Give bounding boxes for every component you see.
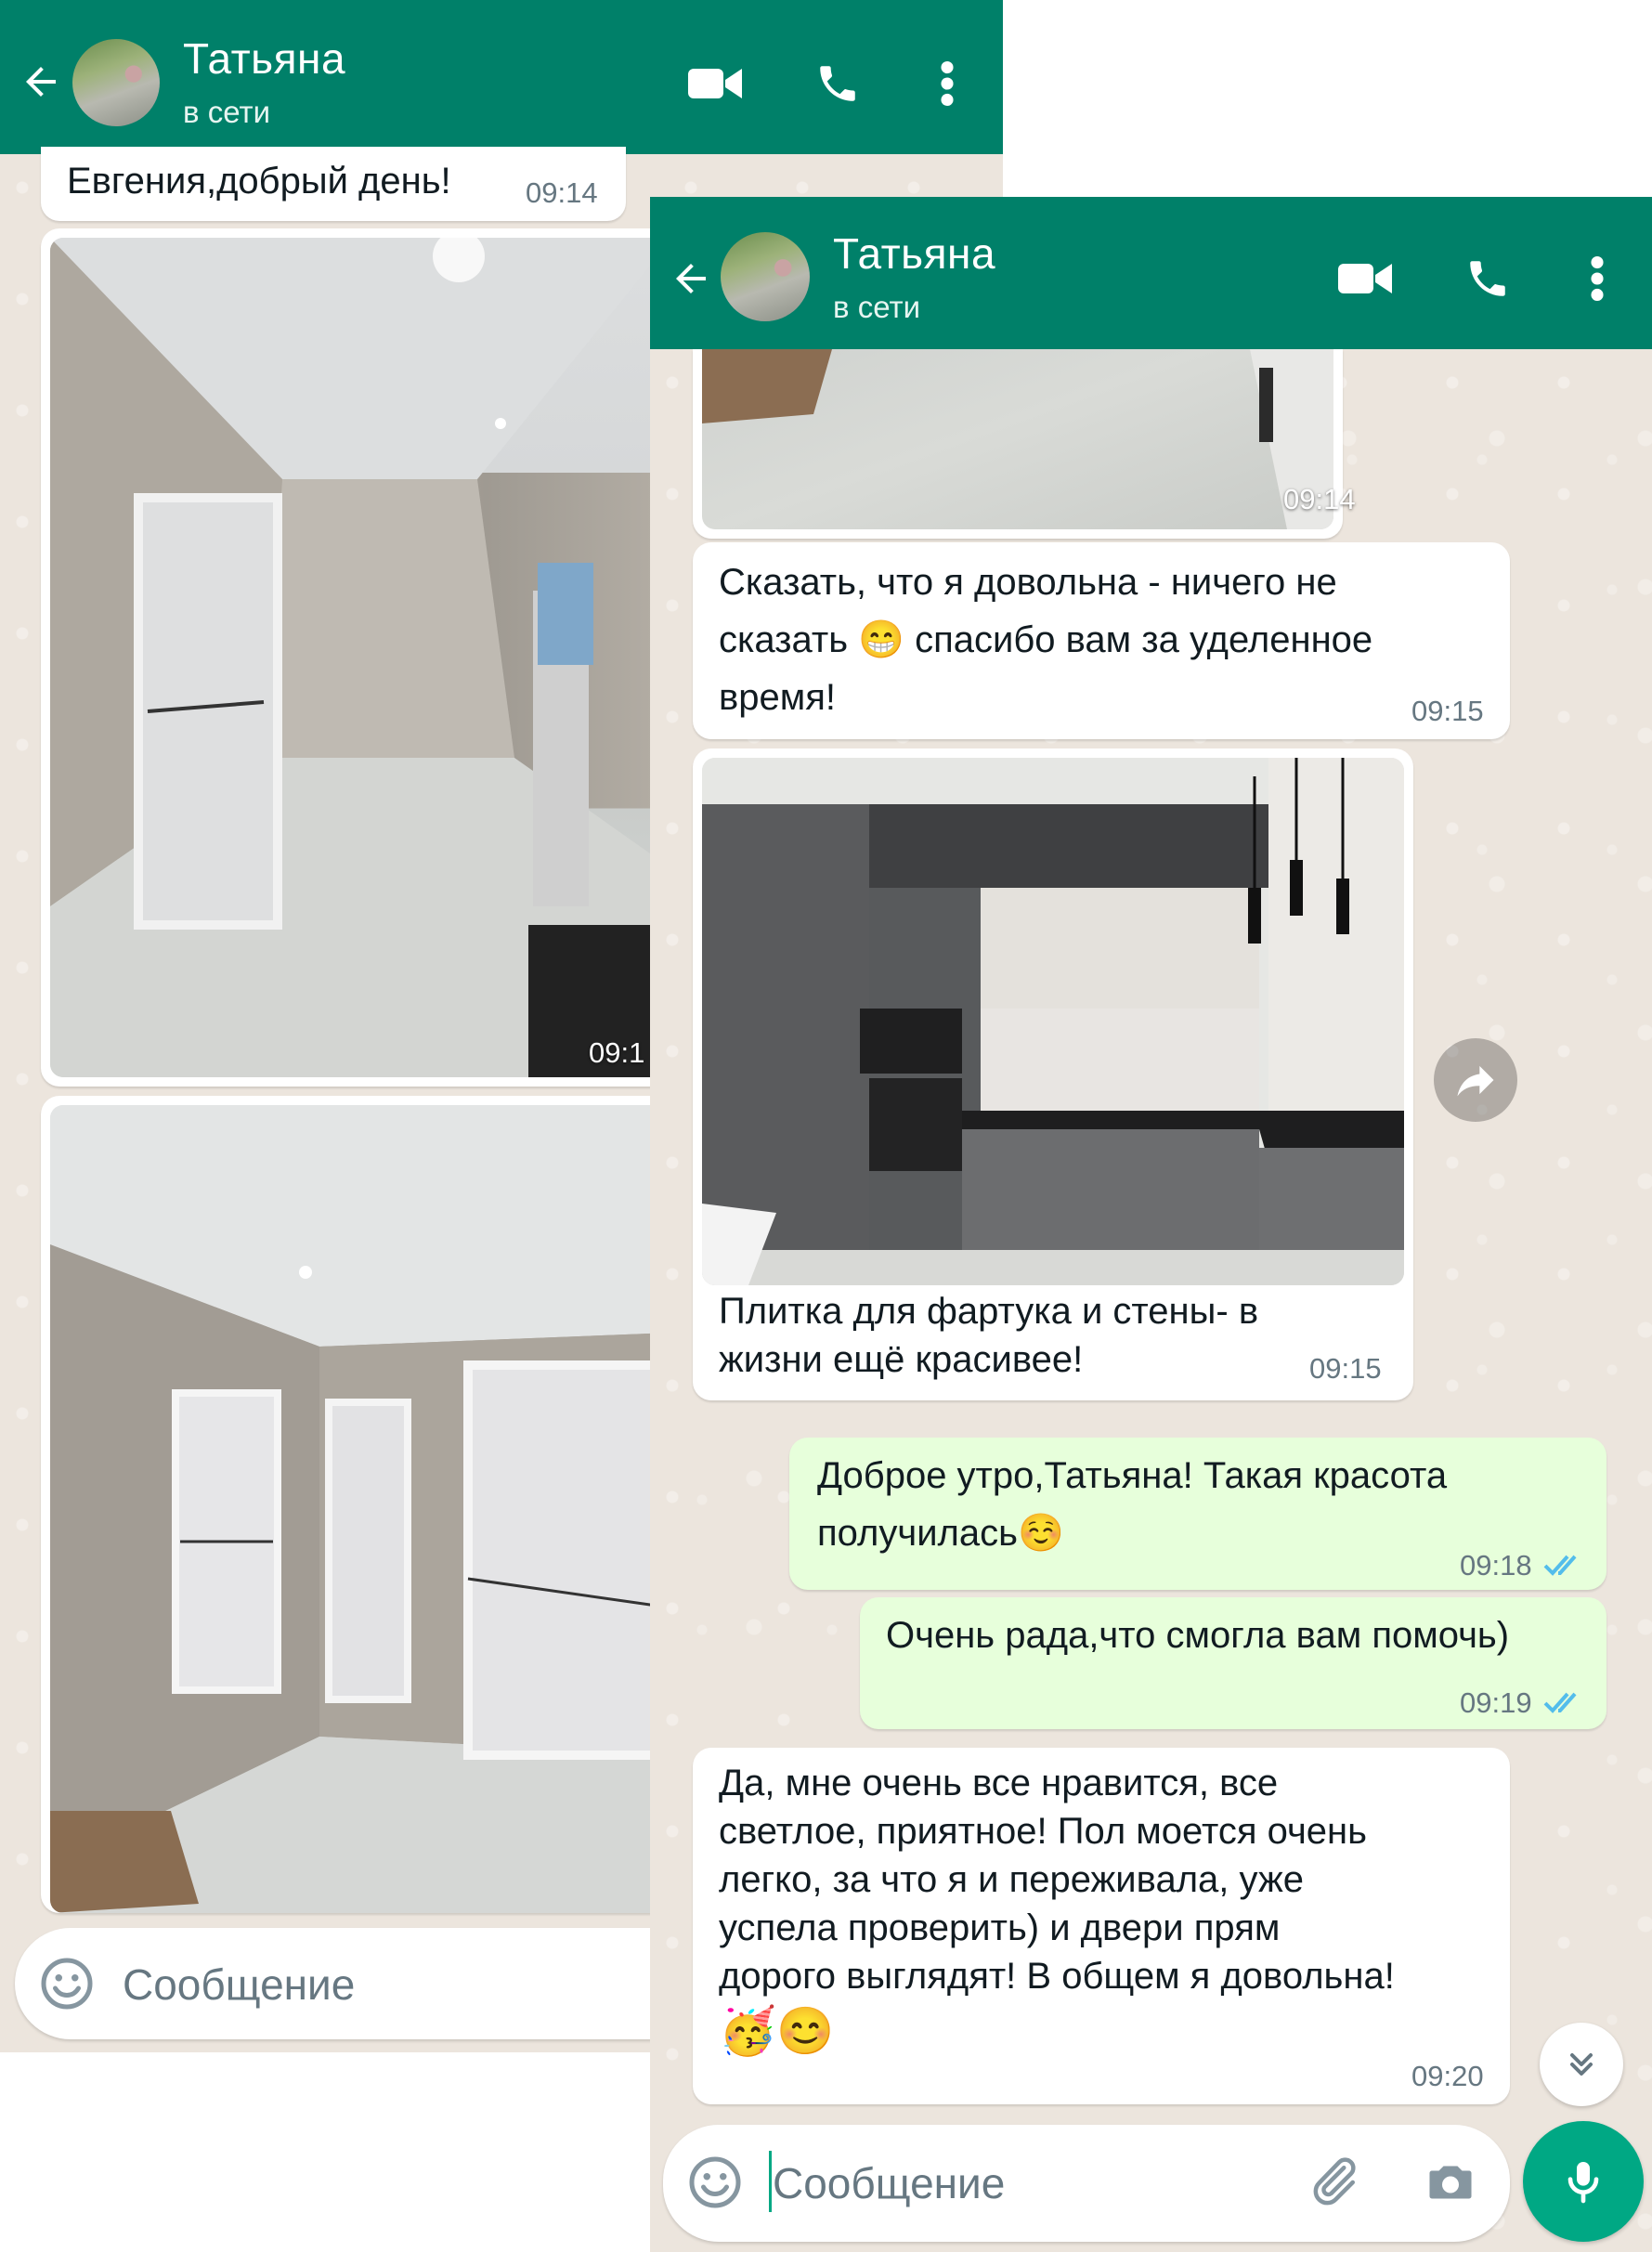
message-fragment: получилась	[817, 1513, 1018, 1554]
phone-icon	[820, 66, 855, 101]
attach-button[interactable]	[1306, 2153, 1365, 2212]
app-bar: Татьяна в сети	[650, 197, 1652, 349]
contact-status: в сети	[833, 290, 921, 324]
message-fragment: сказать	[719, 619, 849, 660]
message-time: 09:19	[1460, 1686, 1532, 1719]
emoji-line: 🥳😊	[719, 2005, 835, 2057]
phone-icon	[1470, 261, 1505, 296]
message-bubble-incoming[interactable]: Да, мне очень все нравится, все светлое,…	[693, 1748, 1510, 2104]
grin-emoji: 😁	[858, 619, 904, 660]
caption-line: жизни ещё красивее!	[719, 1339, 1084, 1380]
image-message-bubble[interactable]	[41, 1096, 672, 1913]
contact-name[interactable]: Татьяна	[833, 228, 995, 279]
message-line: Да, мне очень все нравится, все	[719, 1763, 1279, 1803]
voice-record-button[interactable]	[1523, 2121, 1644, 2242]
app-bar: Татьяна в сети	[0, 0, 1003, 154]
more-vert-icon	[1591, 256, 1604, 301]
message-input-placeholder[interactable]: Сообщение	[773, 2158, 1005, 2208]
message-time: 09:20	[1411, 2060, 1484, 2092]
message-line: светлое, приятное! Пол моется очень	[719, 1811, 1367, 1852]
hallway-photo[interactable]	[50, 238, 672, 1077]
message-line: дорого выглядят! В общем я довольна!	[719, 1956, 1395, 1997]
message-time: 09:15	[1309, 1352, 1382, 1385]
message-bubble-outgoing[interactable]: Доброе утро,Татьяна! Такая красота получ…	[789, 1438, 1606, 1590]
camera-button[interactable]	[1423, 2154, 1482, 2214]
caption-line: Плитка для фартука и стены- в	[719, 1291, 1259, 1332]
contact-name[interactable]: Татьяна	[183, 33, 345, 84]
voice-call-button[interactable]	[1460, 251, 1515, 306]
message-line: получилась☺️	[817, 1504, 1447, 1562]
message-input-bar[interactable]: Сообщение	[663, 2125, 1510, 2242]
smile-emoji: ☺️	[1017, 1513, 1064, 1554]
hallway-illustration	[50, 238, 672, 1077]
front-screenshot: Татьяна в сети 09:14 Сказать, что я дово…	[650, 197, 1652, 2252]
kitchen-illustration	[702, 758, 1404, 1285]
arrow-left-icon	[676, 264, 706, 293]
forward-arrow-icon	[1457, 1065, 1494, 1097]
floor-photo[interactable]	[702, 349, 1333, 529]
message-time: 09:18	[1460, 1549, 1532, 1582]
message-line: время!	[719, 677, 837, 718]
video-camera-icon	[688, 69, 742, 98]
message-line: успела проверить) и двери прям	[719, 1907, 1281, 1948]
message-input-placeholder[interactable]: Сообщение	[123, 1959, 355, 2010]
avatar[interactable]	[721, 232, 810, 321]
message-text: Сказать, что я довольна - ничего не сказ…	[719, 553, 1499, 726]
emoji-icon	[41, 1958, 93, 2010]
message-line: Доброе утро,Татьяна! Такая красота	[817, 1455, 1448, 1496]
voice-call-button[interactable]	[810, 56, 865, 111]
kitchen-photo[interactable]	[702, 758, 1404, 1285]
message-line: сказать 😁 спасибо вам за уделенное	[719, 611, 1499, 669]
message-bubble-outgoing[interactable]: Очень рада,что смогла вам помочь) 09:19	[860, 1597, 1606, 1729]
arrow-left-icon	[26, 67, 56, 97]
emoji-icon	[689, 2156, 741, 2208]
image-caption-bubble[interactable]: Плитка для фартука и стены- в жизни ещё …	[693, 748, 1413, 1400]
message-time: 09:15	[1411, 695, 1484, 727]
image-message-bubble[interactable]: 09:1	[41, 228, 672, 1087]
message-bubble-incoming[interactable]: Евгения,добрый день! 09:14	[41, 147, 626, 221]
floor-illustration	[702, 349, 1333, 529]
emoji-button[interactable]	[687, 2154, 743, 2210]
more-vert-icon	[941, 61, 954, 106]
message-time: 09:14	[1283, 483, 1356, 515]
message-text: Очень рада,что смогла вам помочь)	[886, 1615, 1510, 1656]
video-call-button[interactable]	[1335, 253, 1395, 305]
contact-status: в сети	[183, 95, 271, 129]
message-text: Да, мне очень все нравится, все светлое,…	[719, 1759, 1395, 2062]
more-options-button[interactable]	[929, 56, 966, 111]
double-check-icon	[1543, 1692, 1577, 1713]
paperclip-icon	[1313, 2157, 1356, 2206]
hallway-doors-photo[interactable]	[50, 1105, 672, 1913]
scroll-to-bottom-button[interactable]	[1540, 2023, 1623, 2106]
avatar[interactable]	[72, 39, 160, 126]
double-check-icon	[1543, 1555, 1577, 1576]
message-bubble-incoming[interactable]: Сказать, что я довольна - ничего не сказ…	[693, 542, 1510, 739]
back-button[interactable]	[13, 54, 69, 110]
message-text: Евгения,добрый день!	[67, 161, 451, 202]
message-time: 09:14	[526, 176, 598, 209]
double-chevron-down-icon	[1570, 2053, 1593, 2076]
image-caption: Плитка для фартука и стены- в жизни ещё …	[719, 1287, 1258, 1384]
video-camera-icon	[1338, 264, 1392, 293]
message-fragment: спасибо вам за уделенное	[915, 619, 1373, 660]
more-options-button[interactable]	[1579, 251, 1616, 306]
back-button[interactable]	[663, 251, 719, 306]
emoji-button[interactable]	[39, 1956, 95, 2011]
forward-button[interactable]	[1434, 1038, 1517, 1122]
message-time: 09:1	[589, 1036, 645, 1069]
screenshot-collage: Татьяна в сети Евгения,добрый день! 09:1…	[0, 0, 1652, 2252]
message-line: легко, за что я и переживала, уже	[719, 1859, 1304, 1900]
text-cursor	[769, 2151, 772, 2212]
message-line: Сказать, что я довольна - ничего не	[719, 562, 1337, 603]
message-text: Доброе утро,Татьяна! Такая красота получ…	[817, 1447, 1447, 1562]
image-message-bubble[interactable]: 09:14	[693, 349, 1356, 539]
microphone-icon	[1567, 2162, 1599, 2204]
video-call-button[interactable]	[685, 58, 745, 110]
hallway-doors-illustration	[50, 1105, 672, 1913]
camera-icon	[1429, 2166, 1472, 2199]
